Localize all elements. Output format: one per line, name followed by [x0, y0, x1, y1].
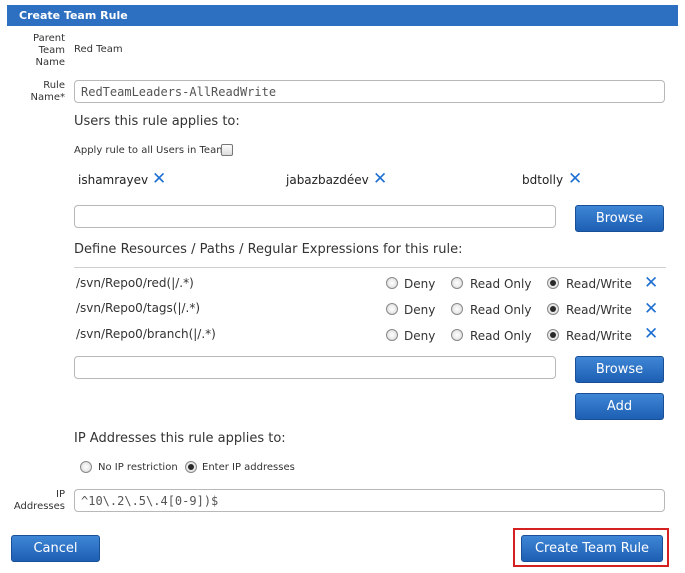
browse-users-button[interactable]: Browse — [575, 205, 664, 232]
resource-path: /svn/Repo0/branch(|/.*) — [76, 327, 216, 341]
remove-user-icon[interactable]: ✕ — [373, 171, 387, 188]
read-write-label: Read/Write — [566, 303, 632, 317]
ip-addresses-label-line2: Addresses — [13, 501, 65, 512]
rule-name-label: Rule Name* — [10, 80, 65, 104]
user-search-input[interactable] — [74, 205, 556, 228]
parent-team-label: Parent Team Name — [10, 33, 65, 69]
parent-team-label-line2: Team — [38, 45, 65, 56]
read-only-label: Read Only — [470, 303, 532, 317]
read-write-radio[interactable] — [547, 329, 559, 341]
rule-name-input[interactable] — [74, 80, 665, 103]
read-write-label: Read/Write — [566, 329, 632, 343]
ip-addresses-label-line1: IP — [56, 489, 65, 500]
enter-ip-radio[interactable] — [185, 461, 197, 473]
deny-label: Deny — [404, 303, 436, 317]
cancel-button[interactable]: Cancel — [11, 535, 100, 562]
parent-team-label-line1: Parent — [32, 33, 65, 44]
remove-user-icon[interactable]: ✕ — [568, 171, 582, 188]
ip-heading: IP Addresses this rule applies to: — [74, 431, 286, 446]
rule-name-label-line1: Rule — [43, 80, 65, 91]
parent-team-value: Red Team — [74, 44, 123, 55]
remove-resource-icon[interactable]: ✕ — [644, 326, 658, 343]
parent-team-label-line3: Name — [35, 57, 65, 68]
resource-path-input[interactable] — [74, 356, 556, 379]
read-only-radio[interactable] — [451, 303, 463, 315]
read-write-label: Read/Write — [566, 277, 632, 291]
apply-all-label: Apply rule to all Users in Team — [74, 145, 226, 156]
user-name: bdtolly — [522, 173, 564, 187]
browse-resources-button[interactable]: Browse — [575, 356, 664, 383]
read-write-radio[interactable] — [547, 303, 559, 315]
ip-addresses-input[interactable] — [74, 489, 665, 512]
user-name: ishamrayev — [78, 173, 149, 187]
remove-resource-icon[interactable]: ✕ — [644, 301, 658, 318]
no-ip-restriction-label: No IP restriction — [98, 462, 178, 473]
resource-path: /svn/Repo0/tags(|/.*) — [76, 301, 201, 315]
deny-label: Deny — [404, 277, 436, 291]
deny-label: Deny — [404, 329, 436, 343]
user-name: jabazbazdéev — [286, 173, 369, 187]
resource-path: /svn/Repo0/red(|/.*) — [76, 276, 194, 290]
enter-ip-label: Enter IP addresses — [202, 462, 295, 473]
read-only-radio[interactable] — [451, 329, 463, 341]
read-only-label: Read Only — [470, 329, 532, 343]
deny-radio[interactable] — [386, 277, 398, 289]
read-write-radio[interactable] — [547, 277, 559, 289]
apply-all-checkbox[interactable] — [221, 144, 233, 156]
rule-name-label-line2: Name* — [30, 92, 65, 103]
ip-addresses-label: IP Addresses — [10, 489, 65, 513]
deny-radio[interactable] — [386, 329, 398, 341]
no-ip-restriction-radio[interactable] — [80, 461, 92, 473]
add-resource-button[interactable]: Add — [575, 393, 664, 420]
resources-divider — [74, 267, 666, 268]
read-only-radio[interactable] — [451, 277, 463, 289]
dialog-title: Create Team Rule — [7, 5, 678, 26]
users-heading: Users this rule applies to: — [74, 114, 240, 129]
read-only-label: Read Only — [470, 277, 532, 291]
resources-heading: Define Resources / Paths / Regular Expre… — [74, 242, 463, 257]
remove-resource-icon[interactable]: ✕ — [644, 275, 658, 292]
create-team-rule-button[interactable]: Create Team Rule — [521, 535, 663, 562]
deny-radio[interactable] — [386, 303, 398, 315]
remove-user-icon[interactable]: ✕ — [152, 171, 166, 188]
